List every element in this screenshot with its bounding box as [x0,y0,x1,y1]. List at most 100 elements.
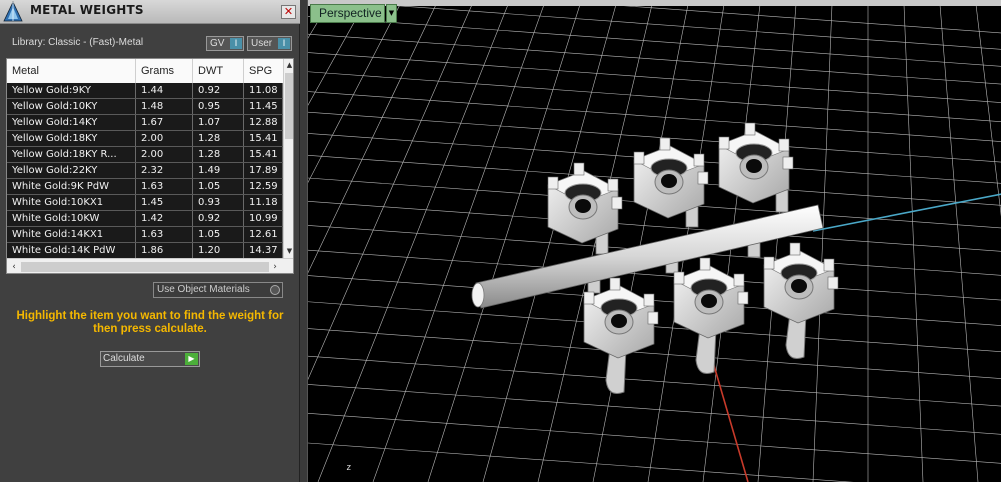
table-row[interactable]: White Gold:14KX1 1.63 1.05 12.61 [7,227,283,243]
spg-cell: 11.18 [244,195,283,210]
close-icon[interactable]: ✕ [281,5,296,19]
dwt-cell: 1.28 [193,147,244,162]
column-header-spg[interactable]: SPG [244,59,283,83]
table-row[interactable]: White Gold:10KX1 1.45 0.93 11.18 [7,195,283,211]
metal-cell: Yellow Gold:14KY [7,115,136,130]
table-row[interactable]: Yellow Gold:18KY 2.00 1.28 15.41 [7,131,283,147]
metal-cell: White Gold:14K PdW [7,243,136,258]
spg-cell: 15.41 [244,131,283,146]
table-row[interactable]: Yellow Gold:18KY R... 2.00 1.28 15.41 [7,147,283,163]
grams-cell: 1.44 [136,83,193,98]
gv-toggle-label: GV [210,38,225,49]
table-row[interactable]: White Gold:9K PdW 1.63 1.05 12.59 [7,179,283,195]
dwt-cell: 0.92 [193,83,244,98]
scroll-down-icon[interactable]: ▼ [284,246,293,257]
grams-cell: 1.48 [136,99,193,114]
dwt-cell: 1.05 [193,179,244,194]
table-row[interactable]: Yellow Gold:9KY 1.44 0.92 11.08 [7,83,283,99]
user-toggle[interactable]: User I [247,36,292,51]
ring-head [763,242,839,359]
metal-cell: White Gold:10KX1 [7,195,136,210]
metal-cell: White Gold:9K PdW [7,179,136,194]
calculate-button[interactable]: Calculate ▶ [100,351,200,367]
spg-cell: 17.89 [244,163,283,178]
column-header-metal[interactable]: Metal [7,59,136,83]
chevron-down-icon[interactable]: ▼ [386,4,397,23]
viewport-scene[interactable] [308,0,1001,482]
panel-title: METAL WEIGHTS [30,3,144,17]
dwt-cell: 0.93 [193,195,244,210]
spg-cell: 11.08 [244,83,283,98]
x-axis-line [812,193,1001,232]
table-row[interactable]: Yellow Gold:22KY 2.32 1.49 17.89 [7,163,283,179]
scroll-left-icon[interactable]: ‹ [8,261,20,273]
horizontal-scrollbar[interactable]: ‹ › [7,258,293,273]
perspective-viewport[interactable]: Perspective ▼ z [307,0,1001,482]
table-row[interactable]: White Gold:10KW 1.42 0.92 10.99 [7,211,283,227]
calculate-label: Calculate [103,353,145,364]
use-object-materials-label: Use Object Materials [157,284,250,295]
radio-icon[interactable] [270,285,280,295]
spg-cell: 14.37 [244,243,283,258]
metal-cell: Yellow Gold:9KY [7,83,136,98]
column-header-grams[interactable]: Grams [136,59,193,83]
ring-head [547,162,623,244]
toggle-switch-icon: I [278,38,290,49]
toggle-switch-icon: I [230,38,242,49]
app-logo-icon [3,1,23,22]
grams-cell: 1.42 [136,211,193,226]
metal-table: Metal Grams DWT SPG Yellow Gold:9KY 1.44 0… [6,58,294,274]
metal-cell: Yellow Gold:18KY [7,131,136,146]
grams-cell: 1.86 [136,243,193,258]
table-row[interactable]: Yellow Gold:10KY 1.48 0.95 11.45 [7,99,283,115]
viewport-toolbar [308,0,1001,6]
ground-grid [308,0,1001,482]
table-header: Metal Grams DWT SPG [7,59,283,83]
spg-cell: 12.88 [244,115,283,130]
grams-cell: 1.63 [136,179,193,194]
metal-cell: Yellow Gold:10KY [7,99,136,114]
scroll-right-icon[interactable]: › [269,261,281,273]
axis-label: z [346,463,352,473]
spg-cell: 12.61 [244,227,283,242]
dwt-cell: 0.92 [193,211,244,226]
spg-cell: 10.99 [244,211,283,226]
library-label: Library: Classic - (Fast)-Metal [12,37,144,48]
grams-cell: 1.67 [136,115,193,130]
dwt-cell: 1.05 [193,227,244,242]
dwt-cell: 1.28 [193,131,244,146]
table-row[interactable]: Yellow Gold:14KY 1.67 1.07 12.88 [7,115,283,131]
metal-cell: White Gold:14KX1 [7,227,136,242]
ring-head [673,257,749,374]
dwt-cell: 1.20 [193,243,244,258]
dwt-cell: 1.07 [193,115,244,130]
grams-cell: 2.00 [136,147,193,162]
gv-toggle[interactable]: GV I [206,36,244,51]
ring-head [583,277,659,394]
use-object-materials-option[interactable]: Use Object Materials [153,282,283,298]
table-body: Yellow Gold:9KY 1.44 0.92 11.08 Yellow Gold:… [7,83,283,259]
dwt-cell: 1.49 [193,163,244,178]
grams-cell: 2.00 [136,131,193,146]
ring-head [633,137,709,219]
spg-cell: 11.45 [244,99,283,114]
dwt-cell: 0.95 [193,99,244,114]
user-toggle-label: User [251,38,273,49]
grams-cell: 2.32 [136,163,193,178]
horizontal-scroll-thumb[interactable] [21,262,269,272]
panel-titlebar: METAL WEIGHTS ✕ [0,0,300,24]
metal-cell: White Gold:10KW [7,211,136,226]
vertical-scrollbar[interactable]: ▲ ▼ [283,59,293,258]
instruction-text: Highlight the item you want to find the … [16,310,284,335]
grams-cell: 1.63 [136,227,193,242]
view-mode-tab[interactable]: Perspective [310,4,385,23]
table-row[interactable]: White Gold:14K PdW 1.86 1.20 14.37 [7,243,283,259]
grams-cell: 1.45 [136,195,193,210]
ring-head [718,122,794,204]
scroll-up-icon[interactable]: ▲ [284,60,293,71]
metal-cell: Yellow Gold:18KY R... [7,147,136,162]
column-header-dwt[interactable]: DWT [193,59,244,83]
vertical-scroll-thumb[interactable] [285,73,293,139]
play-icon: ▶ [185,353,198,365]
spg-cell: 12.59 [244,179,283,194]
